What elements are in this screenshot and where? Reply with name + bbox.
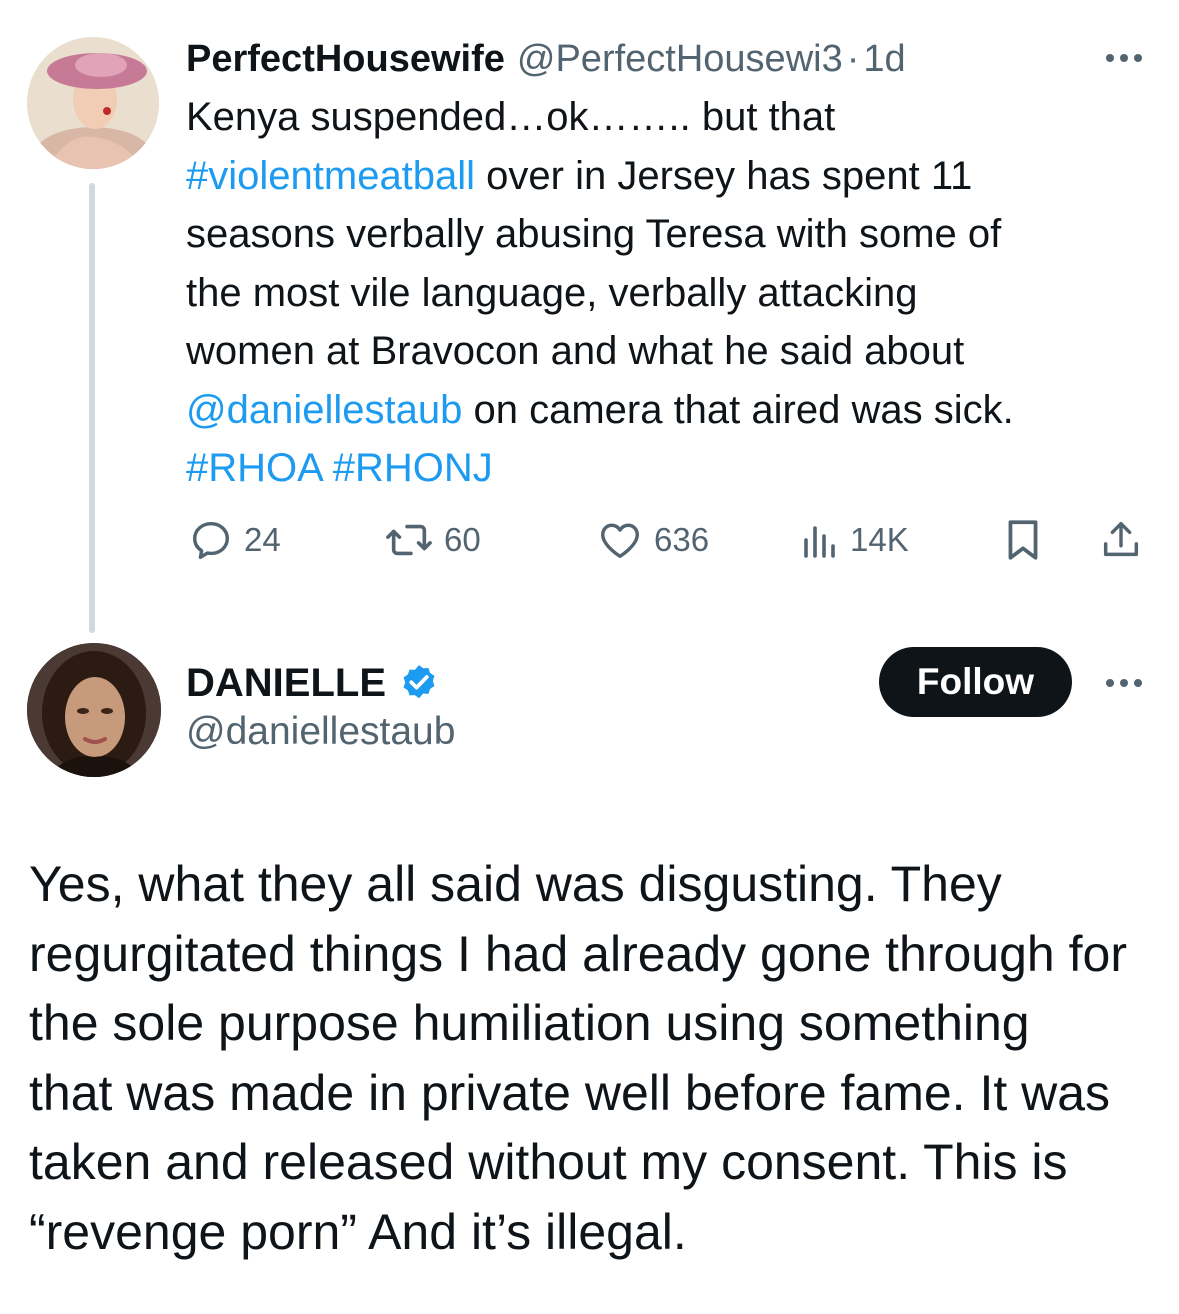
reply-text-line: Yes, what they all said was disgusting. … (29, 856, 1002, 912)
thread-connector (89, 183, 95, 633)
text-segment: over in Jersey has spent 11 (475, 153, 973, 198)
views-button[interactable]: 14K (800, 510, 909, 570)
hashtag-link[interactable]: #RHONJ (333, 446, 493, 490)
retweet-button[interactable]: 60 (384, 510, 481, 570)
avatar-perfecthousewife[interactable] (27, 37, 159, 169)
timestamp[interactable]: 1d (863, 38, 905, 81)
mention-link[interactable]: @daniellestaub (186, 388, 462, 432)
more-icon[interactable] (1100, 46, 1148, 70)
reply-text-line: “revenge porn” And it’s illegal. (29, 1203, 687, 1260)
heart-icon (601, 523, 639, 559)
tweet-text-line: women at Bravocon and what he said about (186, 322, 1146, 381)
reply-button[interactable]: 24 (188, 510, 281, 570)
display-name[interactable]: DANIELLE (186, 661, 386, 706)
bookmark-button[interactable] (1002, 510, 1044, 570)
text-segment: on camera that aired was sick. (462, 387, 1014, 432)
tweet-text-line: seasons verbally abusing Teresa with som… (186, 205, 1146, 264)
more-icon[interactable] (1100, 671, 1148, 695)
share-icon (1103, 521, 1139, 557)
avatar-image (27, 37, 159, 169)
tweet-text-line: @daniellestaub on camera that aired was … (186, 381, 1146, 440)
reply-text-line: taken and released without my consent. T… (29, 1134, 1068, 1190)
tweet-text-line: the most vile language, verbally attacki… (186, 264, 1146, 323)
text-segment: the most vile language, verbally attacki… (186, 270, 918, 315)
reply-text-line: that was made in private well before fam… (29, 1064, 1111, 1121)
tweet-text: Kenya suspended…ok…….. but that #violentm… (186, 88, 1146, 498)
text-segment: women at Bravocon and what he said about (186, 329, 965, 373)
hashtag-link[interactable]: #violentmeatball (186, 154, 475, 198)
reply-count: 24 (244, 521, 281, 558)
retweet-count: 60 (444, 521, 481, 558)
tweet-text-line: #violentmeatball over in Jersey has spen… (186, 147, 1146, 206)
text-segment: Kenya suspended…ok…….. but that (186, 95, 836, 139)
tweet2-header: DANIELLE (186, 654, 440, 712)
reply-text: Yes, what they all said was disgusting. … (29, 850, 1159, 1267)
tweet-text-line: Kenya suspended…ok…….. but that (186, 88, 1146, 147)
retweet-icon (386, 524, 432, 556)
like-count: 636 (654, 521, 710, 558)
hashtag-link[interactable]: #RHOA (186, 446, 322, 490)
reply-text-line: regurgitated things I had already gone t… (29, 925, 1127, 982)
verified-badge-icon[interactable] (398, 662, 440, 704)
tweet1-header: PerfectHousewife @PerfectHousewi3 · 1d (186, 34, 906, 84)
bookmark-icon (1008, 520, 1038, 560)
tweet-actions: 24 60 636 14K (186, 510, 1146, 570)
reply-text-line: the sole purpose humiliation using somet… (29, 995, 1030, 1051)
user-handle[interactable]: @PerfectHousewi3 (517, 38, 843, 81)
avatar-danielle[interactable] (27, 643, 161, 777)
separator: · (846, 37, 860, 80)
views-icon (804, 526, 835, 558)
display-name[interactable]: PerfectHousewife (186, 38, 505, 81)
reply-icon (192, 521, 230, 559)
text-segment (322, 446, 333, 490)
user-handle[interactable]: @daniellestaub (186, 710, 455, 754)
text-segment: seasons verbally abusing Teresa with som… (186, 212, 1002, 256)
follow-button[interactable]: Follow (879, 647, 1072, 717)
share-button[interactable] (1098, 510, 1144, 570)
views-count: 14K (850, 521, 909, 558)
avatar-image (27, 643, 161, 777)
like-button[interactable]: 636 (596, 510, 709, 570)
tweet-text-line: #RHOA #RHONJ (186, 439, 1146, 498)
